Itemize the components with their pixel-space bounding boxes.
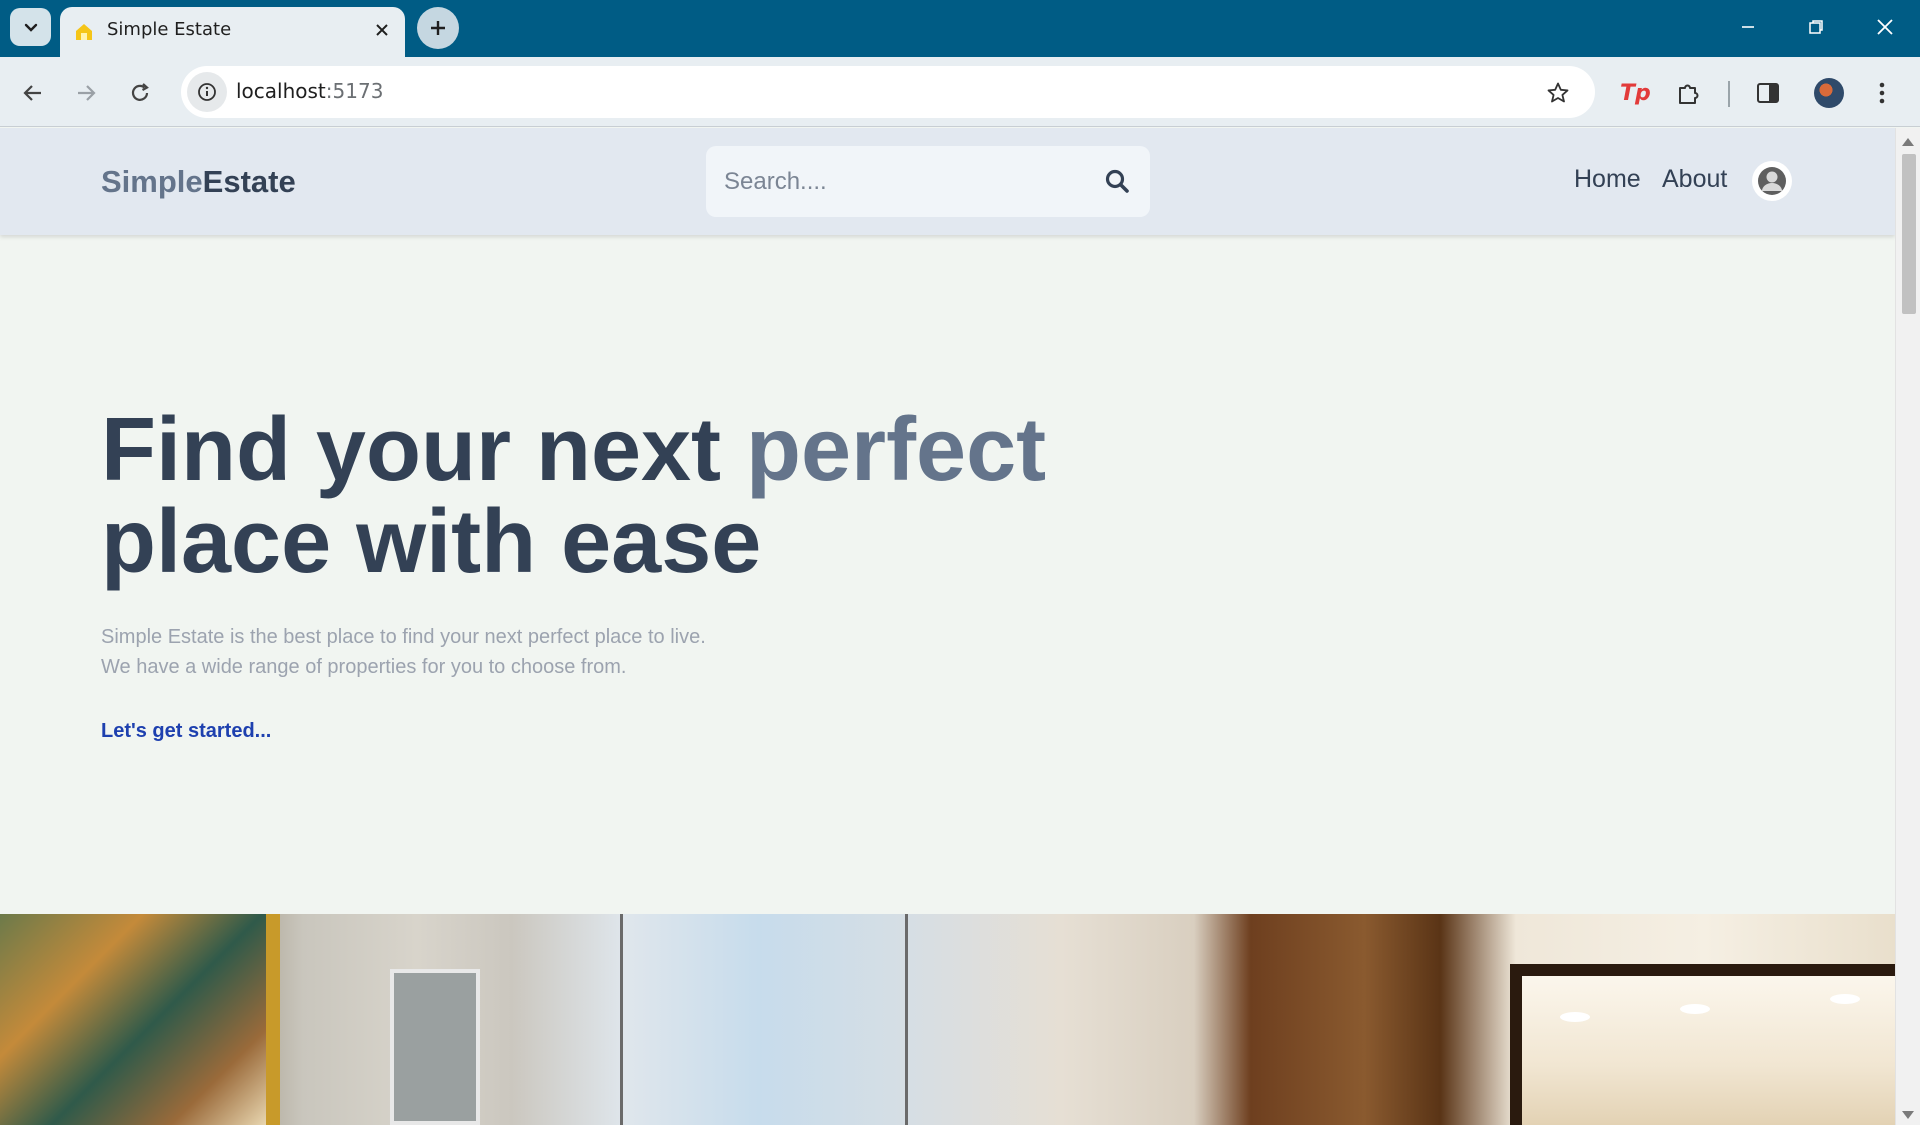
back-arrow-icon[interactable] [17,77,49,109]
toolbar-divider [1728,81,1730,107]
address-bar[interactable]: localhost:5173 [181,66,1595,118]
home-favicon-icon [76,24,92,40]
close-window-icon[interactable] [1870,12,1900,42]
search-input[interactable] [724,164,1084,200]
hero-title: Find your next perfect place with ease [101,404,1201,588]
new-tab-button[interactable] [417,7,459,49]
tp-extension-label: Tp [1620,80,1651,106]
ceiling-light [1830,994,1860,1004]
painting-frame [0,914,280,1125]
hero-description-line2: We have a wide range of properties for y… [101,656,627,678]
page-scrollbar[interactable] [1895,128,1920,1125]
ceiling-light [1560,1012,1590,1022]
url-port: :5173 [325,79,384,103]
puzzle-icon[interactable] [1676,77,1702,109]
browser-tab[interactable]: Simple Estate [60,7,405,57]
star-icon[interactable] [1543,78,1573,108]
tab-list-button[interactable] [10,8,51,46]
logo-part-estate: Estate [202,164,296,199]
kebab-menu-icon[interactable] [1878,77,1886,109]
hero-description-line1: Simple Estate is the best place to find … [101,626,706,648]
tab-title: Simple Estate [107,19,232,40]
hero-title-part2: place with ease [101,492,762,592]
wall-mirror [1510,964,1895,1125]
close-icon[interactable] [371,19,393,41]
search-form [706,146,1150,217]
chevron-down-icon [24,23,37,32]
scroll-up-arrow-icon[interactable] [1902,138,1914,146]
tp-extension-icon[interactable]: Tp [1620,77,1651,109]
logo-part-simple: Simple [101,164,203,199]
restore-icon[interactable] [1801,12,1831,42]
plus-icon [431,21,445,35]
info-icon[interactable] [187,72,227,112]
get-started-link[interactable]: Let's get started... [101,720,271,743]
ceiling-light [1680,1004,1710,1014]
hero-title-accent: perfect [746,400,1047,500]
profile-avatar[interactable] [1814,78,1844,108]
reload-icon[interactable] [124,77,156,109]
side-panel-icon[interactable] [1756,77,1780,109]
user-avatar[interactable] [1752,161,1792,201]
hero-description: Simple Estate is the best place to find … [101,622,801,682]
scroll-thumb[interactable] [1902,154,1916,314]
forward-arrow-icon[interactable] [70,77,102,109]
nav-home-link[interactable]: Home [1574,165,1641,194]
glass-door-edge [620,914,623,1125]
url-text: localhost:5173 [236,79,383,103]
wall-panel [390,969,480,1125]
minimize-icon[interactable] [1733,12,1763,42]
browser-toolbar: localhost:5173 Tp [0,57,1920,127]
search-icon[interactable] [1104,168,1130,194]
url-host: localhost [236,79,326,103]
page-content: SimpleEstate Home About Find your next p… [0,128,1895,1125]
browser-tab-bar: Simple Estate [0,0,1920,57]
user-icon [1758,167,1786,195]
property-interior-image [0,914,1895,1125]
scroll-down-arrow-icon[interactable] [1902,1111,1914,1119]
glass-door-edge [905,914,908,1125]
nav-about-link[interactable]: About [1662,165,1727,194]
hero-title-part1: Find your next [101,400,747,500]
site-header: SimpleEstate Home About [0,128,1895,235]
site-logo[interactable]: SimpleEstate [101,164,296,200]
